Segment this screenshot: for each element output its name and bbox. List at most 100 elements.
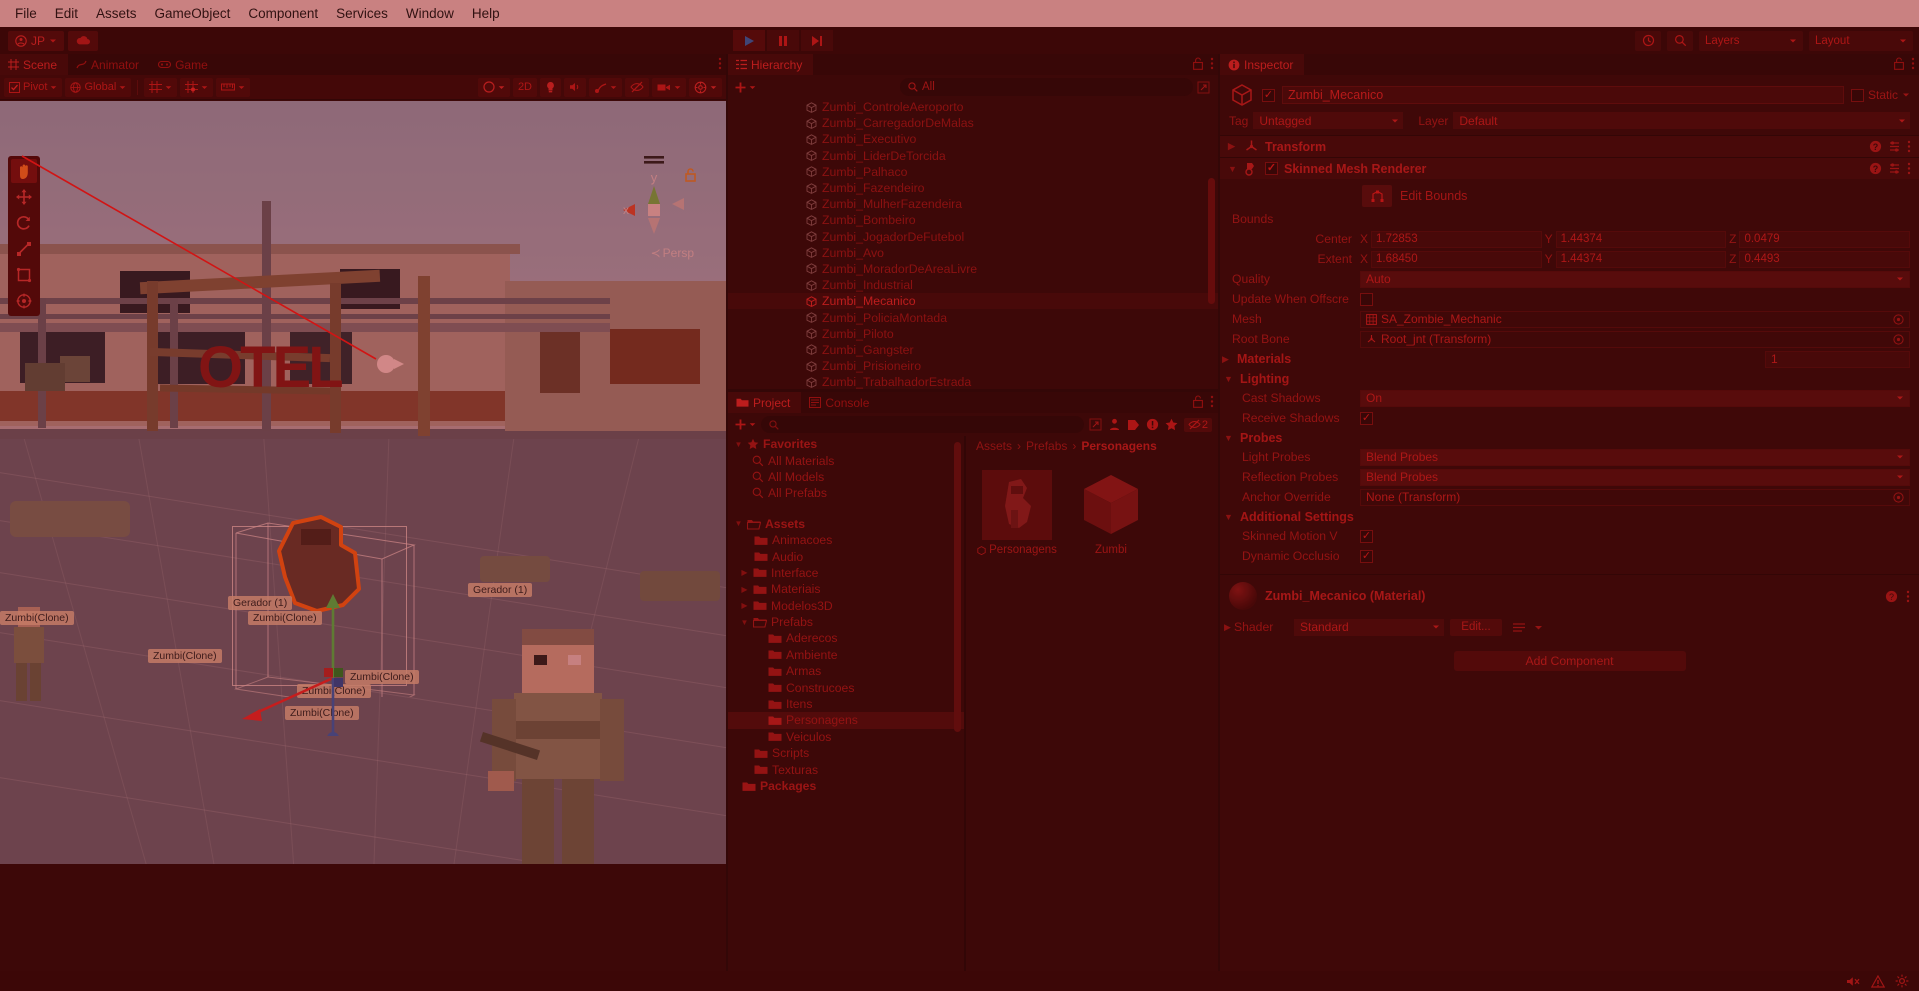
perspective-label[interactable]: ≺ Persp bbox=[651, 246, 694, 260]
hand-tool-icon[interactable] bbox=[11, 159, 37, 183]
warning-icon[interactable] bbox=[1871, 974, 1885, 988]
ruler-button[interactable] bbox=[216, 77, 251, 97]
play-button[interactable] bbox=[733, 30, 765, 51]
hierarchy-search-input[interactable]: All bbox=[900, 78, 1193, 96]
project-tree-item[interactable]: Aderecos bbox=[728, 630, 964, 646]
hierarchy-add-button[interactable] bbox=[734, 81, 756, 94]
bounds-center-x[interactable]: 1.72853 bbox=[1371, 230, 1542, 248]
scene-camera-dropdown[interactable] bbox=[652, 77, 686, 97]
bounds-center-y[interactable]: 1.44374 bbox=[1555, 230, 1727, 248]
hierarchy-item[interactable]: Zumbi_Executivo bbox=[728, 131, 1218, 147]
chevron-down-icon[interactable]: ▼ bbox=[740, 618, 749, 627]
pivot-toggle[interactable]: Pivot bbox=[4, 77, 63, 97]
scene-lighting-toggle[interactable] bbox=[540, 77, 561, 97]
chevron-right-icon[interactable]: ▶ bbox=[740, 601, 749, 610]
move-tool-icon[interactable] bbox=[11, 185, 37, 209]
help-icon[interactable]: ? bbox=[1869, 140, 1882, 153]
hierarchy-item-selected[interactable]: Zumbi_Mecanico bbox=[728, 293, 1218, 310]
layer-dropdown[interactable]: Default bbox=[1453, 112, 1910, 129]
project-tree-scrollbar[interactable] bbox=[954, 438, 962, 967]
project-search-input[interactable] bbox=[761, 416, 1084, 433]
point-light-gizmo[interactable] bbox=[372, 351, 408, 379]
avatar-filter-icon[interactable] bbox=[1108, 418, 1121, 431]
chevron-right-icon[interactable]: ▶ bbox=[740, 568, 749, 577]
hierarchy-item[interactable]: Zumbi_PoliciaMontada bbox=[728, 309, 1218, 325]
hierarchy-item[interactable]: Zumbi_TrabalhadorEstrada bbox=[728, 374, 1218, 389]
lock-icon[interactable] bbox=[1894, 57, 1904, 70]
pause-button[interactable] bbox=[767, 30, 799, 51]
project-tree-item[interactable]: All Prefabs bbox=[728, 485, 964, 501]
hierarchy-item[interactable]: Zumbi_Gangster bbox=[728, 342, 1218, 358]
chevron-down-icon[interactable] bbox=[1534, 623, 1543, 632]
chevron-down-icon[interactable]: ▼ bbox=[1224, 512, 1234, 522]
project-tree-item[interactable]: Veiculos bbox=[728, 729, 964, 745]
light-probes-dropdown[interactable]: Blend Probes bbox=[1360, 448, 1910, 466]
hierarchy-item[interactable]: Zumbi_Fazendeiro bbox=[728, 180, 1218, 196]
receive-shadows-checkbox[interactable]: ✓ bbox=[1360, 411, 1373, 425]
kebab-menu-icon[interactable] bbox=[1906, 590, 1910, 603]
hierarchy-item[interactable]: Zumbi_MoradorDeAreaLivre bbox=[728, 261, 1218, 277]
materials-count-field[interactable]: 1 bbox=[1765, 350, 1910, 368]
hidden-objects-toggle[interactable] bbox=[625, 77, 649, 97]
object-picker-icon[interactable] bbox=[1893, 333, 1904, 345]
kebab-menu-icon[interactable] bbox=[1210, 57, 1214, 70]
component-header-skinned-mesh-renderer[interactable]: ▼ ✓ Skinned Mesh Renderer ? bbox=[1220, 157, 1919, 179]
label-filter-icon[interactable] bbox=[1127, 419, 1140, 431]
lock-icon[interactable] bbox=[1193, 395, 1203, 408]
lock-icon[interactable] bbox=[1193, 57, 1203, 70]
hierarchy-item[interactable]: Zumbi_JogadorDeFutebol bbox=[728, 229, 1218, 245]
tab-console[interactable]: Console bbox=[801, 392, 880, 413]
hierarchy-item[interactable]: Zumbi_CarregadorDeMalas bbox=[728, 115, 1218, 131]
quality-dropdown[interactable]: Auto bbox=[1360, 270, 1910, 288]
material-header[interactable]: Zumbi_Mecanico (Material) ? bbox=[1220, 574, 1919, 617]
lighting-section[interactable]: ▼ Lighting bbox=[1220, 369, 1919, 388]
project-tree-item[interactable]: Itens bbox=[728, 696, 964, 712]
hierarchy-item[interactable]: Zumbi_Palhaco bbox=[728, 164, 1218, 180]
materials-row[interactable]: ▶ Materials 1 bbox=[1220, 349, 1919, 369]
object-name-field[interactable]: Zumbi_Mecanico bbox=[1282, 86, 1844, 104]
shader-dropdown[interactable]: Standard bbox=[1294, 618, 1444, 636]
menu-item-help[interactable]: Help bbox=[463, 3, 509, 24]
component-enabled-checkbox[interactable]: ✓ bbox=[1265, 162, 1278, 175]
chevron-down-icon[interactable]: ▼ bbox=[734, 519, 743, 528]
account-button[interactable]: JP bbox=[8, 30, 65, 51]
menu-item-assets[interactable]: Assets bbox=[87, 3, 146, 24]
expand-icon[interactable] bbox=[1089, 418, 1102, 431]
project-tree-item[interactable]: Ambiente bbox=[728, 647, 964, 663]
static-checkbox[interactable] bbox=[1850, 88, 1864, 102]
collab-history-button[interactable] bbox=[1635, 30, 1661, 51]
scene-fx-dropdown[interactable] bbox=[589, 77, 622, 97]
project-tree-item[interactable]: All Materials bbox=[728, 452, 964, 468]
chevron-right-icon[interactable]: ▶ bbox=[1228, 141, 1238, 152]
help-icon[interactable]: ? bbox=[1885, 590, 1898, 603]
chevron-down-icon[interactable]: ▼ bbox=[734, 440, 743, 449]
project-tree-item[interactable]: Construcoes bbox=[728, 679, 964, 695]
project-tree-item-selected[interactable]: Personagens bbox=[728, 712, 964, 729]
kebab-menu-icon[interactable] bbox=[1210, 395, 1214, 408]
project-tree-item[interactable]: All Models bbox=[728, 469, 964, 485]
hierarchy-item[interactable]: Zumbi_ControleAeroporto bbox=[728, 99, 1218, 115]
hidden-assets-indicator[interactable]: 2 bbox=[1183, 417, 1212, 432]
shader-menu-icon[interactable] bbox=[1512, 622, 1526, 633]
project-tree-item[interactable]: Texturas bbox=[728, 761, 964, 777]
rotate-tool-icon[interactable] bbox=[11, 211, 37, 235]
update-offscreen-checkbox[interactable] bbox=[1360, 292, 1373, 306]
transform-tool-icon[interactable] bbox=[11, 289, 37, 313]
layout-dropdown[interactable]: Layout bbox=[1809, 30, 1913, 51]
warning-filter-icon[interactable] bbox=[1146, 418, 1159, 431]
static-toggle[interactable]: Static bbox=[1850, 88, 1910, 102]
chevron-down-icon[interactable]: ▼ bbox=[1228, 164, 1238, 174]
asset-tile[interactable]: Personagens bbox=[977, 470, 1057, 957]
object-enabled-checkbox[interactable]: ✓ bbox=[1262, 88, 1275, 102]
gameobject-cube-icon[interactable] bbox=[1229, 82, 1255, 108]
grid-snap-button[interactable] bbox=[144, 77, 178, 97]
object-picker-icon[interactable] bbox=[1893, 491, 1904, 503]
project-add-button[interactable] bbox=[734, 418, 756, 431]
help-icon[interactable]: ? bbox=[1869, 162, 1882, 175]
scene-zombie-character[interactable] bbox=[470, 621, 645, 864]
mute-audio-icon[interactable] bbox=[1846, 975, 1861, 988]
kebab-menu-icon[interactable] bbox=[1911, 57, 1915, 70]
project-tree-item[interactable]: ▶ Interface bbox=[728, 565, 964, 581]
settings-icon[interactable] bbox=[1895, 974, 1909, 988]
tab-animator[interactable]: Animator bbox=[68, 54, 150, 75]
